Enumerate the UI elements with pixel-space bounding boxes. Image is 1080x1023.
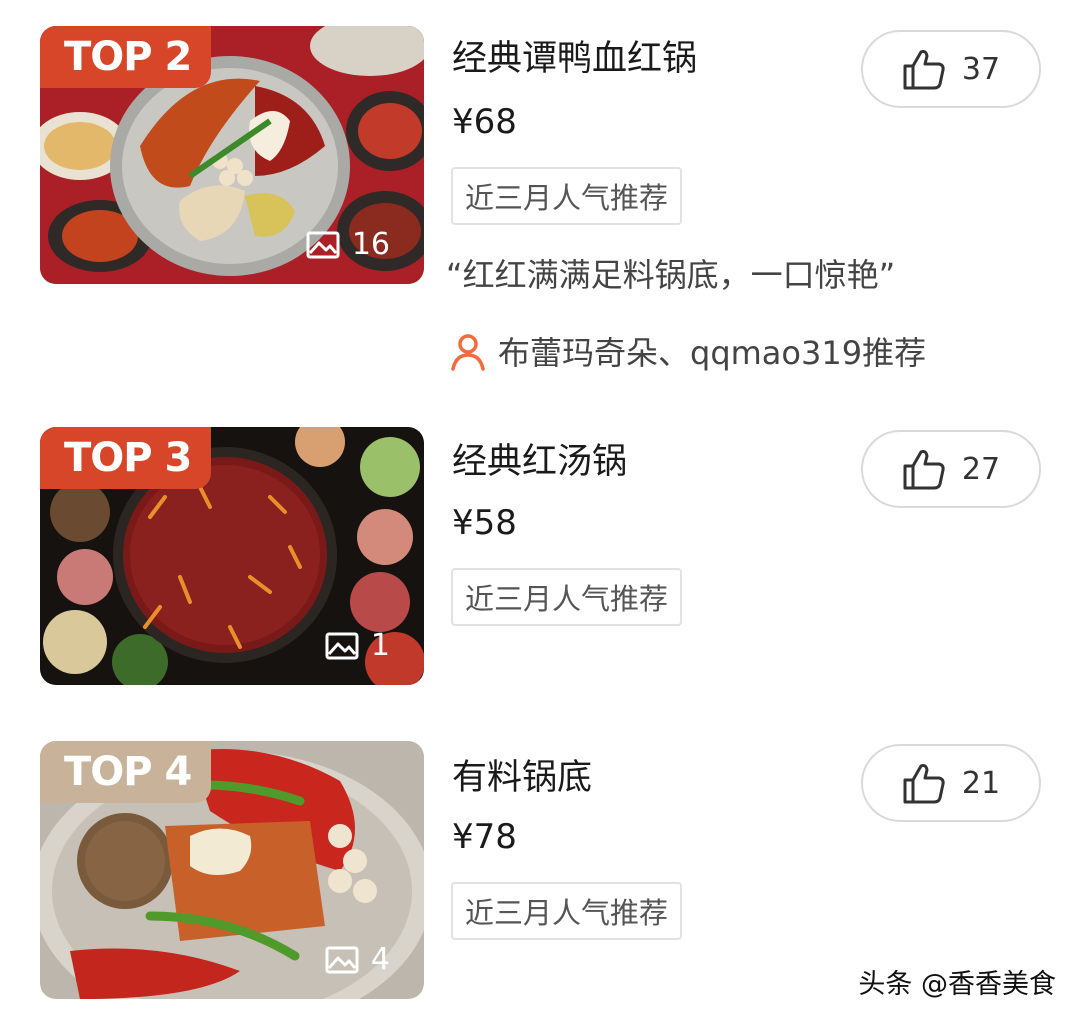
dish-title[interactable]: 经典谭鸭血红锅: [452, 30, 697, 81]
popularity-tag: 近三月人气推荐: [451, 167, 683, 225]
review-quote: “红红满满足料锅底，一口惊艳”: [446, 256, 896, 294]
dish-title[interactable]: 有料锅底: [452, 749, 592, 800]
image-count-value: 1: [370, 628, 390, 663]
like-count: 27: [961, 451, 1001, 487]
dish-price: ¥78: [452, 817, 517, 857]
dish-price: ¥68: [452, 102, 517, 142]
like-count: 37: [961, 51, 1001, 87]
dish-title[interactable]: 经典红汤锅: [452, 433, 627, 484]
like-button[interactable]: 27: [861, 430, 1041, 508]
dish-price: ¥58: [452, 503, 517, 543]
source-watermark: 头条 @香香美食: [858, 969, 1056, 1000]
thumbs-up-icon: [903, 764, 945, 804]
rank-badge: TOP 4: [40, 741, 212, 803]
popularity-tag: 近三月人气推荐: [451, 568, 683, 626]
thumbs-up-icon: [903, 450, 945, 490]
dish-photo[interactable]: TOP 4 4: [40, 741, 424, 999]
like-button[interactable]: 37: [861, 30, 1041, 108]
thumbs-up-icon: [903, 50, 945, 90]
like-button[interactable]: 21: [861, 744, 1041, 822]
recommender-line: 布蕾玛奇朵、qqmao319推荐: [448, 328, 926, 374]
image-count-value: 16: [351, 227, 390, 262]
image-count-value: 4: [370, 942, 390, 977]
image-gallery-icon: [306, 231, 340, 258]
image-count: 1: [325, 628, 390, 663]
image-gallery-icon: [325, 946, 359, 973]
image-count: 16: [306, 227, 390, 262]
recommender-names: 布蕾玛奇朵、qqmao319推荐: [498, 334, 927, 372]
image-gallery-icon: [325, 632, 359, 659]
dish-photo[interactable]: TOP 2 16: [40, 26, 424, 284]
dish-photo[interactable]: TOP 3 1: [40, 427, 424, 685]
user-icon: [451, 334, 485, 371]
like-count: 21: [961, 765, 1001, 801]
rank-badge: TOP 2: [40, 26, 212, 88]
popularity-tag: 近三月人气推荐: [451, 882, 683, 940]
rank-badge: TOP 3: [40, 427, 212, 489]
image-count: 4: [325, 942, 390, 977]
